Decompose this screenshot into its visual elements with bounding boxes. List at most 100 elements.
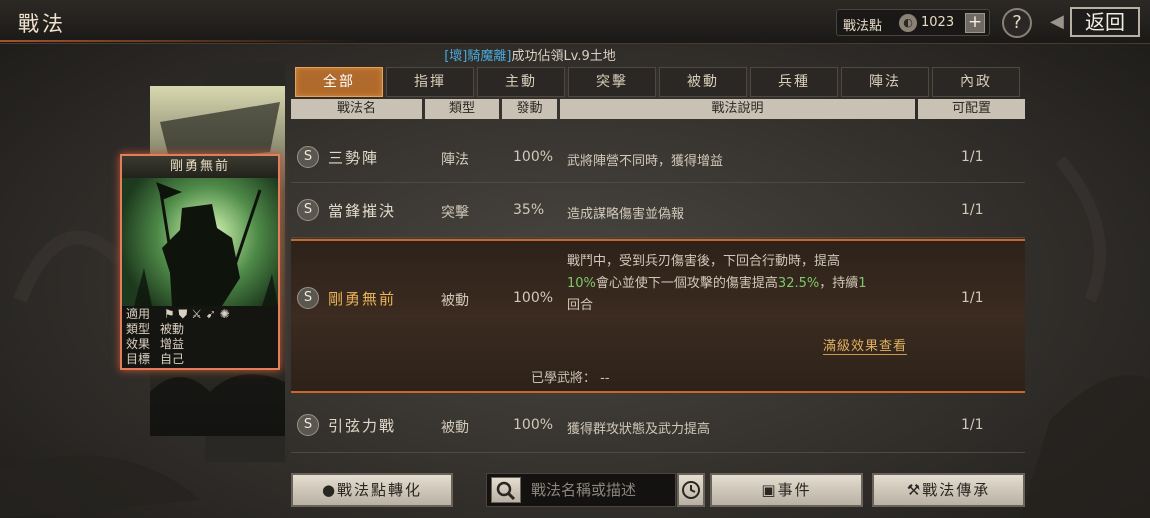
tactic-desc: 獲得群攻狀態及武力提高 xyxy=(567,422,711,437)
notice-tag: [壞]騎魔離] xyxy=(444,49,512,64)
tactic-count: 1/1 xyxy=(961,290,984,306)
convert-label: 戰法點轉化 xyxy=(337,481,423,499)
tactic-name: 引弦力戰 xyxy=(328,417,397,435)
event-label: 事件 xyxy=(777,481,812,499)
type-value: 被動 xyxy=(160,322,185,336)
card-warrior-art xyxy=(122,178,278,306)
tactic-type: 被動 xyxy=(441,293,469,309)
col-rate: 發動 xyxy=(502,99,557,119)
back-button[interactable]: ◀ 返回 xyxy=(1050,7,1140,37)
tactic-desc: 戰鬥中，受到兵刃傷害後，下回合行動時，提高 10%會心並使下一個攻擊的傷害提高3… xyxy=(567,251,917,317)
tactic-name: 當鋒摧決 xyxy=(328,202,397,220)
desc-value: 10% xyxy=(567,276,596,291)
event-button[interactable]: ▣事件 xyxy=(710,473,863,507)
tab-internal[interactable]: 內政 xyxy=(932,67,1020,97)
desc-line: 戰鬥中，受到兵刃傷害後，下回合行動時，提高 xyxy=(567,254,841,269)
desc-text: ，持續 xyxy=(819,276,859,291)
tab-command[interactable]: 指揮 xyxy=(386,67,474,97)
full-effect-link[interactable]: 滿級效果查看 xyxy=(823,335,908,355)
tab-troop[interactable]: 兵種 xyxy=(750,67,838,97)
category-tabs: 全部 指揮 主動 突擊 被動 兵種 陣法 內政 xyxy=(295,67,1025,97)
tab-all[interactable]: 全部 xyxy=(295,67,383,97)
type-label: 類型 xyxy=(126,322,151,336)
tactic-name: 三勢陣 xyxy=(328,149,380,167)
tactic-type: 突擊 xyxy=(441,205,469,221)
tactic-list: S 三勢陣 陣法 100% 武將陣營不同時，獲得增益 1/1 S 當鋒摧決 突擊… xyxy=(291,131,1025,462)
tactic-count: 1/1 xyxy=(961,202,984,218)
tactic-count: 1/1 xyxy=(961,417,984,433)
tactic-rate: 100% xyxy=(513,417,554,433)
search-box xyxy=(486,473,676,507)
desc-value: 32.5% xyxy=(777,276,820,291)
search-input[interactable] xyxy=(531,478,671,502)
hammer-icon: ⚒ xyxy=(906,481,923,499)
inherit-button[interactable]: ⚒戰法傳承 xyxy=(872,473,1025,507)
tactic-points-label: 戰法點 xyxy=(843,19,883,34)
col-count: 可配置 xyxy=(918,99,1025,119)
card-effect-row: 效果 增益 xyxy=(126,337,184,352)
convert-points-button[interactable]: ●戰法點轉化 xyxy=(291,473,453,507)
card-target-row: 目標 自己 xyxy=(126,352,184,367)
title-underline xyxy=(0,40,360,42)
tab-active[interactable]: 主動 xyxy=(477,67,565,97)
tactic-type: 被動 xyxy=(441,420,469,436)
table-row-selected[interactable]: S 剛勇無前 被動 100% 戰鬥中，受到兵刃傷害後，下回合行動時，提高 10%… xyxy=(291,239,1025,393)
help-button[interactable]: ? xyxy=(1002,8,1032,38)
tactic-points-value: 1023 xyxy=(921,15,955,30)
desc-value: 1 xyxy=(858,276,867,291)
desc-text: 會心並使下一個攻擊的傷害提高 xyxy=(595,276,778,291)
card-type-row: 類型 被動 xyxy=(126,322,184,337)
rank-s-icon: S xyxy=(297,199,319,221)
tactic-name: 剛勇無前 xyxy=(328,290,397,308)
desc-line: 回合 xyxy=(567,298,594,313)
tab-passive[interactable]: 被動 xyxy=(659,67,747,97)
tab-formation[interactable]: 陣法 xyxy=(841,67,929,97)
search-icon[interactable] xyxy=(491,477,521,503)
col-name: 戰法名 xyxy=(291,99,422,119)
target-value: 自己 xyxy=(160,352,185,366)
warrior-silhouette-icon xyxy=(134,182,278,306)
magnifier-glyph xyxy=(496,481,516,501)
card-info: 適用 ⚑ ⛊ ⚔ ➹ ✺ 類型 被動 效果 增益 目標 自己 xyxy=(122,306,278,368)
table-row[interactable]: S 三勢陣 陣法 100% 武將陣營不同時，獲得增益 1/1 xyxy=(291,131,1025,183)
notice-banner: [壞]騎魔離]成功佔領Lv.9土地 xyxy=(310,45,750,64)
back-button-label: 返回 xyxy=(1070,7,1140,37)
table-header: 戰法名 類型 發動 戰法說明 可配置 xyxy=(291,99,1025,119)
col-type: 類型 xyxy=(425,99,499,119)
page-title: 戰法 xyxy=(18,12,66,36)
tactic-points-box: 戰法點 ◐ 1023 + xyxy=(836,9,990,36)
desc-line: 10%會心並使下一個攻擊的傷害提高32.5%，持續1 xyxy=(567,273,917,295)
tactic-type: 陣法 xyxy=(441,152,469,168)
drop-icon: ● xyxy=(321,481,338,499)
clock-glyph xyxy=(682,481,700,499)
card-apply-row: 適用 ⚑ ⛊ ⚔ ➹ ✺ xyxy=(126,307,230,322)
tactic-count: 1/1 xyxy=(961,149,984,165)
tactic-rate: 100% xyxy=(513,149,554,165)
event-book-icon: ▣ xyxy=(761,481,778,499)
notice-text: 成功佔領Lv.9土地 xyxy=(511,49,616,64)
tactic-rate: 100% xyxy=(513,290,554,306)
tab-assault[interactable]: 突擊 xyxy=(568,67,656,97)
learned-generals: 已學武將： -- xyxy=(531,371,610,386)
table-row[interactable]: S 引弦力戰 被動 100% 獲得群攻狀態及武力提高 1/1 xyxy=(291,397,1025,453)
apply-label: 適用 xyxy=(126,307,151,321)
add-points-button[interactable]: + xyxy=(965,13,985,33)
rank-s-icon: S xyxy=(297,414,319,436)
card-title: 剛勇無前 xyxy=(122,156,278,178)
target-label: 目標 xyxy=(126,352,151,366)
rank-s-icon: S xyxy=(297,287,319,309)
col-desc: 戰法說明 xyxy=(560,99,915,119)
tactic-desc: 武將陣營不同時，獲得增益 xyxy=(567,154,724,169)
top-bar: 戰法 戰法點 ◐ 1023 + ? ◀ 返回 xyxy=(0,0,1150,44)
table-row[interactable]: S 當鋒摧決 突擊 35% 造成謀略傷害並偽報 1/1 xyxy=(291,183,1025,238)
effect-value: 增益 xyxy=(160,337,185,351)
back-arrow-icon: ◀ xyxy=(1050,11,1064,32)
clock-icon[interactable] xyxy=(677,473,705,507)
inherit-label: 戰法傳承 xyxy=(922,481,991,499)
troop-type-icons: ⚑ ⛊ ⚔ ➹ ✺ xyxy=(163,307,230,321)
tactic-card: 剛勇無前 適用 ⚑ ⛊ ⚔ ➹ ✺ 類型 被動 效果 增益 目標 自己 xyxy=(120,154,280,370)
points-coin-icon: ◐ xyxy=(899,14,917,32)
tactic-rate: 35% xyxy=(513,202,545,218)
rank-s-icon: S xyxy=(297,146,319,168)
tactic-desc: 造成謀略傷害並偽報 xyxy=(567,207,685,222)
